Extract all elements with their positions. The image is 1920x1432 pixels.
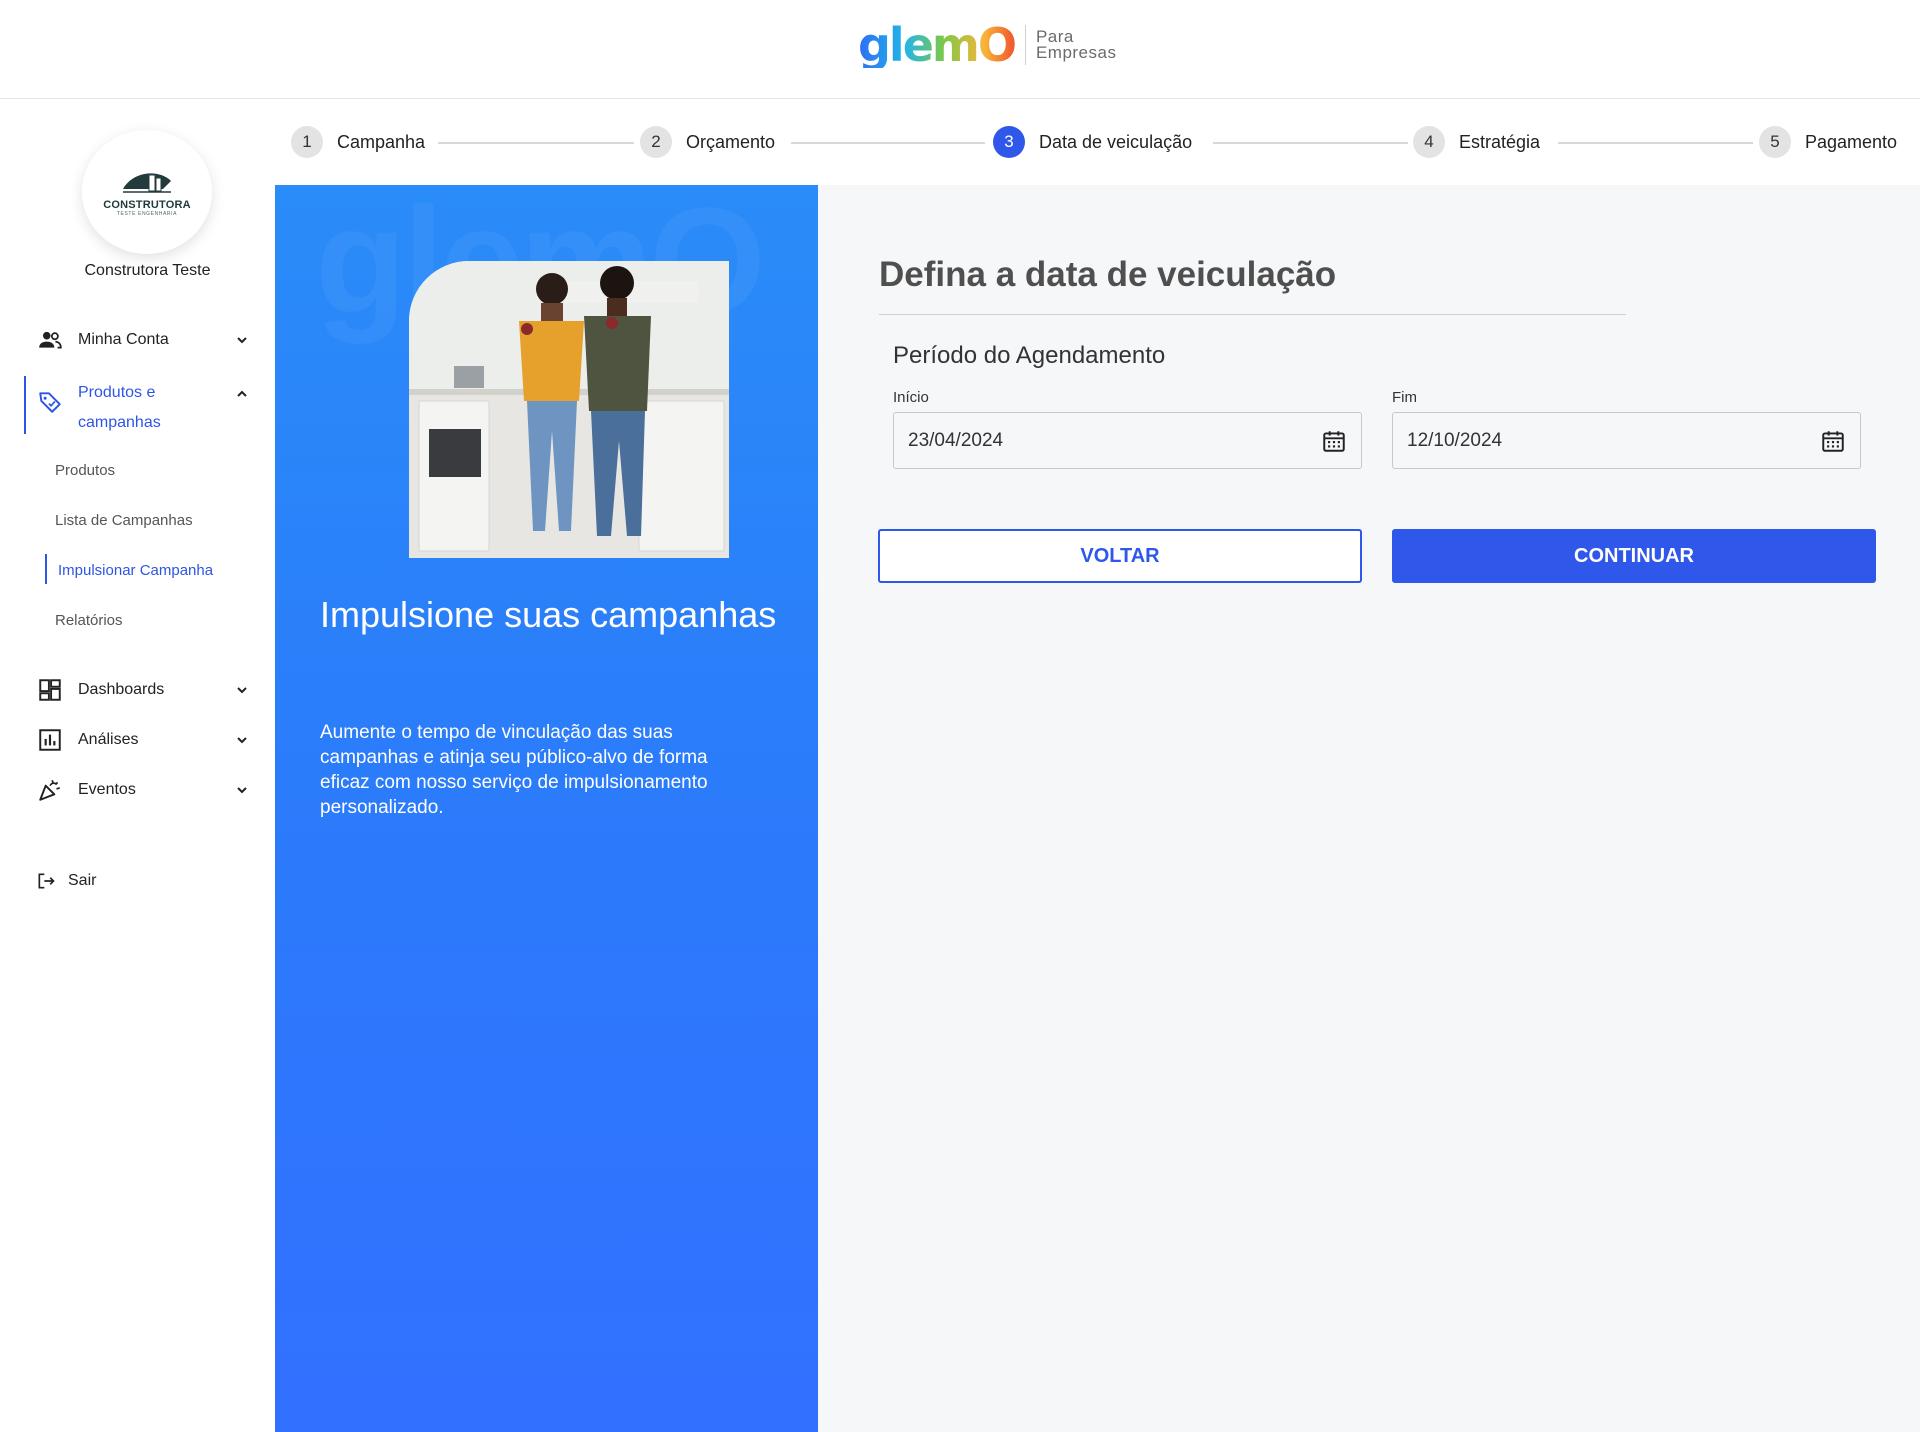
sidebar-subitem-impulsionar-campanha[interactable]: Impulsionar Campanha: [58, 562, 213, 579]
users-icon: [36, 326, 64, 354]
step-campanha[interactable]: 1 Campanha: [291, 126, 425, 158]
celebration-icon: [36, 776, 64, 804]
building-logo-icon: [123, 173, 171, 193]
chevron-up-icon: [237, 390, 247, 397]
sidebar-item-label: Minha Conta: [78, 331, 169, 348]
step-orcamento[interactable]: 2 Orçamento: [640, 126, 775, 158]
step-connector: [438, 142, 634, 144]
step-connector: [1558, 142, 1753, 144]
start-date-value: 23/04/2024: [908, 429, 1004, 451]
chevron-down-icon: [237, 737, 247, 744]
step-number: 3: [993, 126, 1025, 158]
logo-sub-line2: Empresas: [1035, 43, 1117, 62]
end-date-label: Fim: [1392, 389, 1417, 406]
step-label: Estratégia: [1459, 131, 1541, 152]
sidebar-item-eventos[interactable]: Eventos: [36, 774, 258, 806]
start-date-label: Início: [893, 389, 929, 406]
start-date-input[interactable]: 23/04/2024: [893, 412, 1362, 469]
step-number: 1: [291, 126, 323, 158]
brand-logo[interactable]: glemO Para Empresas: [858, 10, 1116, 80]
sidebar: CONSTRUTORA TESTE ENGENHARIA Construtora…: [0, 100, 275, 1432]
step-label: Campanha: [337, 131, 426, 152]
sidebar-subitem-lista-campanhas[interactable]: Lista de Campanhas: [55, 512, 193, 529]
step-number: 5: [1759, 126, 1791, 158]
promo-photo: [409, 261, 729, 558]
sidebar-item-label-line1: Produtos e: [78, 384, 156, 401]
logo-wordmark: glemO: [858, 18, 1017, 72]
logo-divider: [1024, 25, 1026, 65]
section-title: Período do Agendamento: [893, 342, 1166, 369]
logout-icon: [36, 867, 56, 895]
end-date-value: 12/10/2024: [1407, 429, 1503, 451]
tag-icon: [36, 388, 64, 416]
promo-description: Aumente o tempo de vinculação das suas c…: [320, 722, 708, 818]
company-logo-title: CONSTRUTORA: [103, 199, 191, 211]
sidebar-item-label: Sair: [68, 872, 97, 889]
continue-button[interactable]: CONTINUAR: [1392, 529, 1876, 583]
title-divider: [879, 314, 1626, 315]
sidebar-item-label: Análises: [78, 731, 139, 748]
couple-kitchen-illustration: [409, 261, 729, 558]
step-pagamento[interactable]: 5 Pagamento: [1759, 126, 1897, 158]
sidebar-item-dashboards[interactable]: Dashboards: [36, 674, 258, 706]
step-label: Pagamento: [1805, 131, 1898, 152]
logout-button[interactable]: Sair: [36, 865, 258, 897]
chevron-down-icon: [237, 337, 247, 344]
scheduling-form: Defina a data de veiculação Período do A…: [818, 185, 1920, 1432]
back-button[interactable]: VOLTAR: [878, 529, 1362, 583]
sidebar-subitem-relatorios[interactable]: Relatórios: [55, 612, 123, 629]
step-data-veiculacao[interactable]: 3 Data de veiculação: [993, 126, 1192, 158]
calendar-icon[interactable]: [1820, 428, 1846, 454]
active-indicator: [24, 376, 26, 434]
sidebar-item-analises[interactable]: Análises: [36, 724, 258, 756]
top-header: glemO Para Empresas: [0, 0, 1920, 99]
step-label: Data de veiculação: [1039, 131, 1193, 152]
progress-stepper: 1 Campanha 2 Orçamento 3 Data de veicula…: [275, 100, 1920, 185]
end-date-input[interactable]: 12/10/2024: [1392, 412, 1861, 469]
subitem-active-indicator: [45, 554, 47, 584]
step-connector: [1213, 142, 1408, 144]
sidebar-subitem-produtos[interactable]: Produtos: [55, 462, 115, 479]
step-number: 4: [1413, 126, 1445, 158]
company-avatar[interactable]: CONSTRUTORA TESTE ENGENHARIA: [82, 130, 212, 254]
step-label: Orçamento: [686, 131, 776, 152]
step-connector: [791, 142, 985, 144]
promo-panel: glemO Impulsione suas campanhas Aumente …: [275, 185, 818, 1432]
dashboard-icon: [36, 676, 64, 704]
sidebar-item-produtos-campanhas[interactable]: Produtos e campanhas: [36, 378, 258, 434]
sidebar-item-label: Eventos: [78, 781, 136, 798]
sidebar-item-label-line2: campanhas: [78, 414, 161, 431]
sidebar-item-label: Dashboards: [78, 681, 165, 698]
company-name: Construtora Teste: [84, 262, 211, 279]
calendar-icon[interactable]: [1321, 428, 1347, 454]
logo-subtitle: Para Empresas: [1035, 28, 1117, 62]
chevron-down-icon: [237, 787, 247, 794]
chevron-down-icon: [237, 687, 247, 694]
bar-chart-icon: [36, 726, 64, 754]
step-estrategia[interactable]: 4 Estratégia: [1413, 126, 1540, 158]
step-number: 2: [640, 126, 672, 158]
sidebar-item-label: Produtos e campanhas: [78, 378, 161, 438]
company-logo-subtitle: TESTE ENGENHARIA: [116, 211, 178, 217]
sidebar-item-minha-conta[interactable]: Minha Conta: [36, 324, 258, 356]
promo-title: Impulsione suas campanhas: [320, 594, 777, 635]
page-title: Defina a data de veiculação: [879, 255, 1337, 294]
